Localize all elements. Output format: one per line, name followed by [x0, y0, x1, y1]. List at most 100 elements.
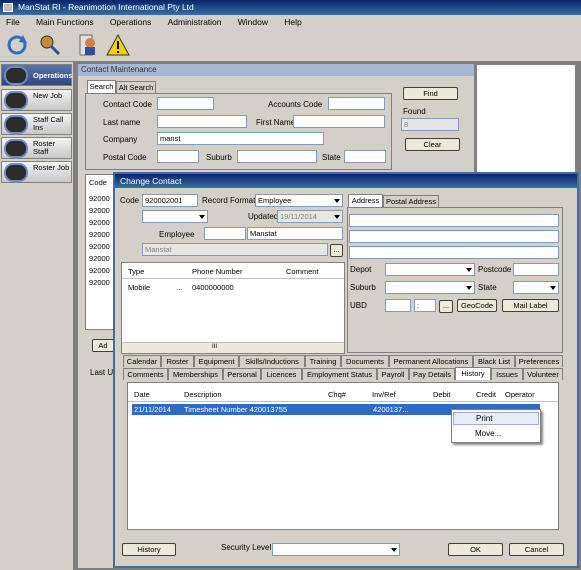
depot-select[interactable] [385, 263, 475, 276]
tab-comments[interactable]: Comments [123, 368, 168, 380]
postal-code-input[interactable] [157, 150, 199, 163]
title-select[interactable] [142, 210, 208, 223]
tab-skills-inductions[interactable]: Skills/Inductions [239, 355, 305, 367]
inv-ref-header[interactable]: Inv/Ref [372, 390, 396, 399]
tab-search[interactable]: Search [87, 80, 116, 93]
sync-icon[interactable] [5, 33, 29, 57]
suburb-select[interactable] [385, 281, 475, 294]
ubd-ref-input[interactable]: : [414, 299, 436, 312]
menu-administration[interactable]: Administration [168, 17, 222, 27]
menu-help[interactable]: Help [284, 17, 301, 27]
list-item[interactable]: 92000 [89, 242, 110, 251]
tab-licences[interactable]: Licences [261, 368, 302, 380]
list-item[interactable]: 92000 [89, 206, 110, 215]
address-line-1[interactable] [349, 214, 559, 227]
tab-training[interactable]: Training [305, 355, 341, 367]
phone-number-header[interactable]: Phone Number [192, 267, 242, 276]
phone-row-lookup[interactable]: ... [176, 283, 182, 292]
tab-black-list[interactable]: Black List [473, 355, 515, 367]
tab-issues[interactable]: Issues [491, 368, 523, 380]
sidebar-item-operations[interactable]: Operations [1, 64, 73, 86]
code-input[interactable]: 920002001 [142, 194, 198, 207]
date-header[interactable]: Date [134, 390, 150, 399]
list-item[interactable]: 92000 [89, 278, 110, 287]
debit-header[interactable]: Debit [433, 390, 451, 399]
tab-payroll[interactable]: Payroll [377, 368, 409, 380]
menu-window[interactable]: Window [238, 17, 268, 27]
menu-file[interactable]: File [6, 17, 20, 27]
scroll-thumb[interactable]: III [212, 344, 217, 350]
clear-button[interactable]: Clear [405, 138, 460, 151]
warning-icon[interactable] [106, 33, 130, 57]
list-item[interactable]: 92000 [89, 266, 110, 275]
ok-button[interactable]: OK [448, 543, 503, 556]
surname-field[interactable]: Manstat [247, 227, 343, 240]
company-input[interactable]: manst [157, 132, 324, 145]
mail-label-button[interactable]: Mail Label [502, 299, 559, 312]
operator-header[interactable]: Operator [505, 390, 535, 399]
security-level-select[interactable] [272, 543, 400, 556]
find-button[interactable]: Find [403, 87, 458, 100]
tab-postal-address[interactable]: Postal Address [383, 195, 439, 207]
phone-row-number[interactable]: 0400000000 [192, 283, 234, 292]
tab-documents[interactable]: Documents [341, 355, 389, 367]
tab-address[interactable]: Address [348, 194, 383, 207]
sidebar-item-staff-call-ins[interactable]: Staff Call Ins [1, 113, 72, 135]
state-select[interactable] [513, 281, 559, 294]
results-list[interactable]: Code 92000 92000 92000 92000 92000 92000… [85, 174, 115, 330]
add-button[interactable]: Ad [92, 339, 114, 352]
address-line-3[interactable] [349, 246, 559, 259]
tab-personal[interactable]: Personal [223, 368, 261, 380]
tab-history[interactable]: History [455, 367, 491, 380]
sidebar-item-new-job[interactable]: New Job [1, 89, 72, 111]
company-lookup-button[interactable]: ... [330, 244, 343, 257]
address-line-2[interactable] [349, 230, 559, 243]
sidebar-item-roster-job[interactable]: Roster Job [1, 161, 72, 183]
tab-memberships[interactable]: Memberships [168, 368, 223, 380]
tab-roster[interactable]: Roster [161, 355, 194, 367]
contact-code-input[interactable] [157, 97, 214, 110]
phone-grid[interactable]: Type Phone Number Comment Mobile ... 040… [121, 262, 345, 354]
tab-alt-search[interactable]: Alt Search [116, 81, 156, 93]
cancel-button[interactable]: Cancel [509, 543, 564, 556]
first-name-field[interactable] [204, 227, 246, 240]
list-item[interactable]: 92000 [89, 230, 110, 239]
tab-equipment[interactable]: Equipment [194, 355, 239, 367]
ubd-lookup-button[interactable]: ... [439, 300, 453, 313]
sidebar-item-roster-staff[interactable]: Roster Staff [1, 137, 72, 159]
phone-row-type[interactable]: Mobile [128, 283, 150, 292]
chq-header[interactable]: Chq# [328, 390, 346, 399]
geocode-button[interactable]: GeoCode [457, 299, 497, 312]
description-header[interactable]: Description [184, 390, 222, 399]
menu-main-functions[interactable]: Main Functions [36, 17, 94, 27]
list-item[interactable]: 92000 [89, 254, 110, 263]
state-input[interactable] [344, 150, 386, 163]
tab-pay-details[interactable]: Pay Details [409, 368, 455, 380]
phone-comment-header[interactable]: Comment [286, 267, 319, 276]
credit-header[interactable]: Credit [476, 390, 496, 399]
first-name-input[interactable] [293, 115, 385, 128]
postcode-input[interactable] [513, 263, 559, 276]
context-menu-item-move[interactable]: Move... [453, 428, 539, 441]
record-format-select[interactable]: Employee [255, 194, 343, 207]
tab-permanent-allocations[interactable]: Permanent Allocations [389, 355, 473, 367]
phone-type-header[interactable]: Type [128, 267, 144, 276]
tab-calendar[interactable]: Calendar [123, 355, 161, 367]
tab-volunteer[interactable]: Volunteer [523, 368, 563, 380]
horizontal-scrollbar[interactable]: III [122, 342, 344, 353]
tab-employment-status[interactable]: Employment Status [302, 368, 377, 380]
context-menu-item-print[interactable]: Print [453, 412, 539, 425]
list-item[interactable]: 92000 [89, 218, 110, 227]
history-button[interactable]: History [122, 543, 176, 556]
user-card-icon[interactable] [76, 33, 100, 57]
tab-preferences[interactable]: Preferences [515, 355, 563, 367]
history-grid[interactable]: Date Description Chq# Inv/Ref Debit Cred… [127, 382, 559, 530]
menu-operations[interactable]: Operations [110, 17, 152, 27]
ubd-map-input[interactable] [385, 299, 411, 312]
list-item[interactable]: 92000 [89, 194, 110, 203]
suburb-input[interactable] [237, 150, 317, 163]
accounts-code-input[interactable] [328, 97, 385, 110]
last-name-input[interactable] [157, 115, 247, 128]
code-column-header[interactable]: Code [89, 178, 107, 187]
search-people-icon[interactable] [38, 33, 62, 57]
